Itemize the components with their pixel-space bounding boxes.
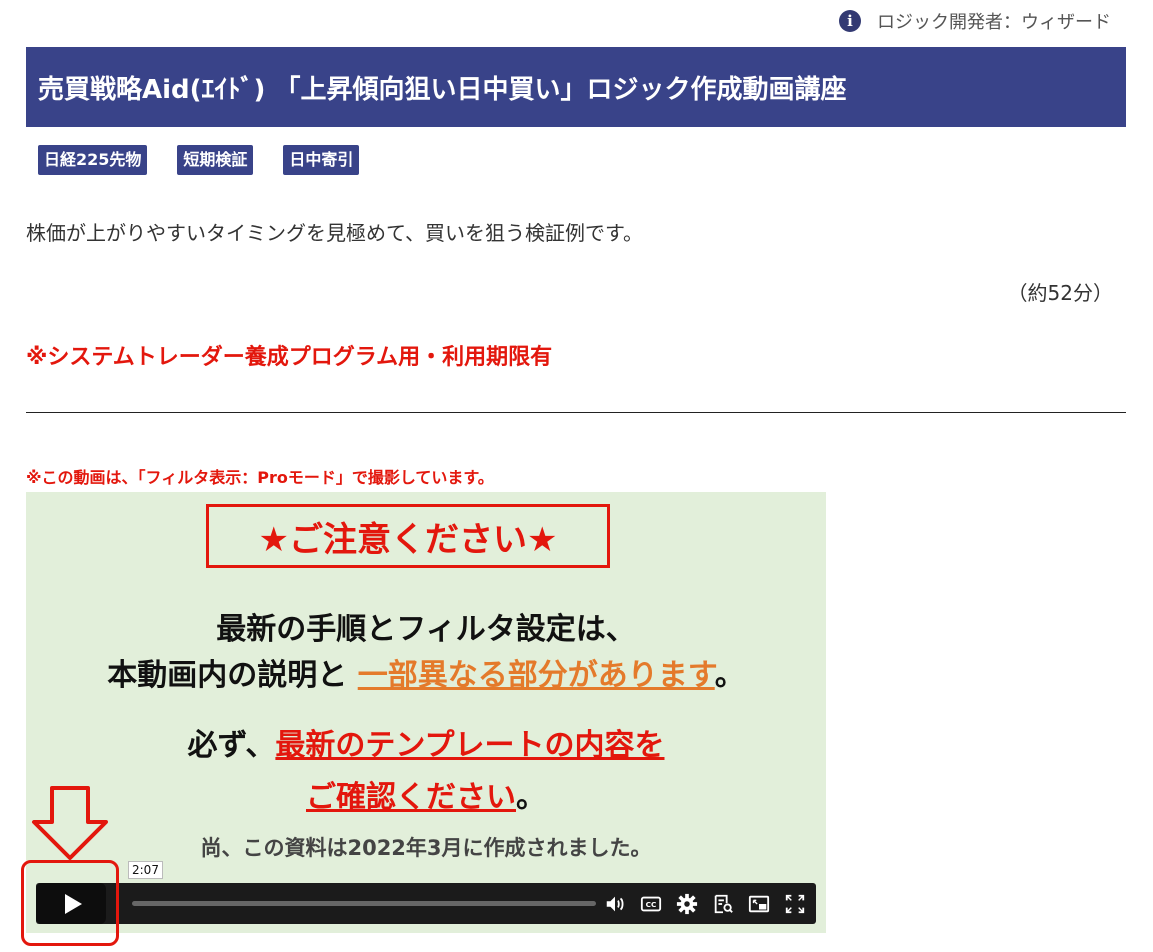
control-icons: CC	[602, 883, 808, 924]
annotation-arrow-icon	[32, 786, 108, 860]
divider	[26, 412, 1126, 413]
duration: （約52分）	[1007, 281, 1113, 305]
transcript-search-icon[interactable]	[710, 891, 736, 917]
video-line-4-highlight: ご確認ください	[306, 780, 516, 815]
page-title-text: 売買戦略Aid(ｴｲﾄﾞ) 「上昇傾向狙い日中買い」ロジック作成動画講座	[38, 74, 847, 105]
volume-icon[interactable]	[602, 891, 628, 917]
svg-text:CC: CC	[646, 900, 657, 909]
video-line-5: 尚、この資料は2022年3月に作成されました。	[200, 836, 652, 860]
video-line-1: 最新の手順とフィルタ設定は、	[216, 612, 636, 647]
time-tooltip: 2:07	[128, 861, 163, 879]
author-label: ロジック開発者：ウィザード	[877, 12, 1111, 33]
usage-notice: ※システムトレーダー養成プログラム用・利用期限有	[26, 345, 553, 370]
video-player[interactable]: ★ご注意ください★ 最新の手順とフィルタ設定は、 本動画内の説明と 一部異なる部…	[26, 492, 826, 933]
author-info: i ロジック開発者：ウィザード	[839, 8, 1111, 34]
progress-bar[interactable]	[132, 901, 596, 906]
video-line-3-prefix: 必ず、	[187, 728, 276, 763]
filter-note: ※この動画は、「フィルタ表示：Proモード」で撮影しています。	[26, 468, 494, 487]
settings-gear-icon[interactable]	[674, 891, 700, 917]
video-line-2: 本動画内の説明と 一部異なる部分があります。	[26, 650, 826, 694]
info-icon[interactable]: i	[839, 10, 861, 32]
video-line-2-suffix: 。	[714, 658, 745, 693]
caution-heading: ★ご注意ください★	[206, 504, 610, 568]
video-line-4: ご確認ください。	[26, 772, 826, 816]
tag-list: 日経225先物 短期検証 日中寄引	[38, 145, 360, 175]
page-title: 売買戦略Aid(ｴｲﾄﾞ) 「上昇傾向狙い日中買い」ロジック作成動画講座	[26, 47, 1126, 127]
tag-nikkei225[interactable]: 日経225先物	[38, 145, 148, 175]
video-line-2-prefix: 本動画内の説明と	[107, 658, 348, 693]
fullscreen-icon[interactable]	[782, 891, 808, 917]
video-line-4-suffix: 。	[516, 780, 546, 815]
annotation-highlight-box	[21, 860, 119, 946]
video-line-3: 必ず、最新のテンプレートの内容を	[26, 720, 826, 764]
picture-in-picture-icon[interactable]	[746, 891, 772, 917]
captions-icon[interactable]: CC	[638, 891, 664, 917]
video-line-3-highlight: 最新のテンプレートの内容を	[275, 728, 665, 763]
tag-short-term[interactable]: 短期検証	[177, 145, 254, 175]
description: 株価が上がりやすいタイミングを見極めて、買いを狙う検証例です。	[26, 221, 643, 245]
video-controls: 2:07 CC	[36, 861, 816, 924]
tag-intraday[interactable]: 日中寄引	[283, 145, 360, 175]
video-line-2-highlight: 一部異なる部分があります	[357, 658, 715, 693]
